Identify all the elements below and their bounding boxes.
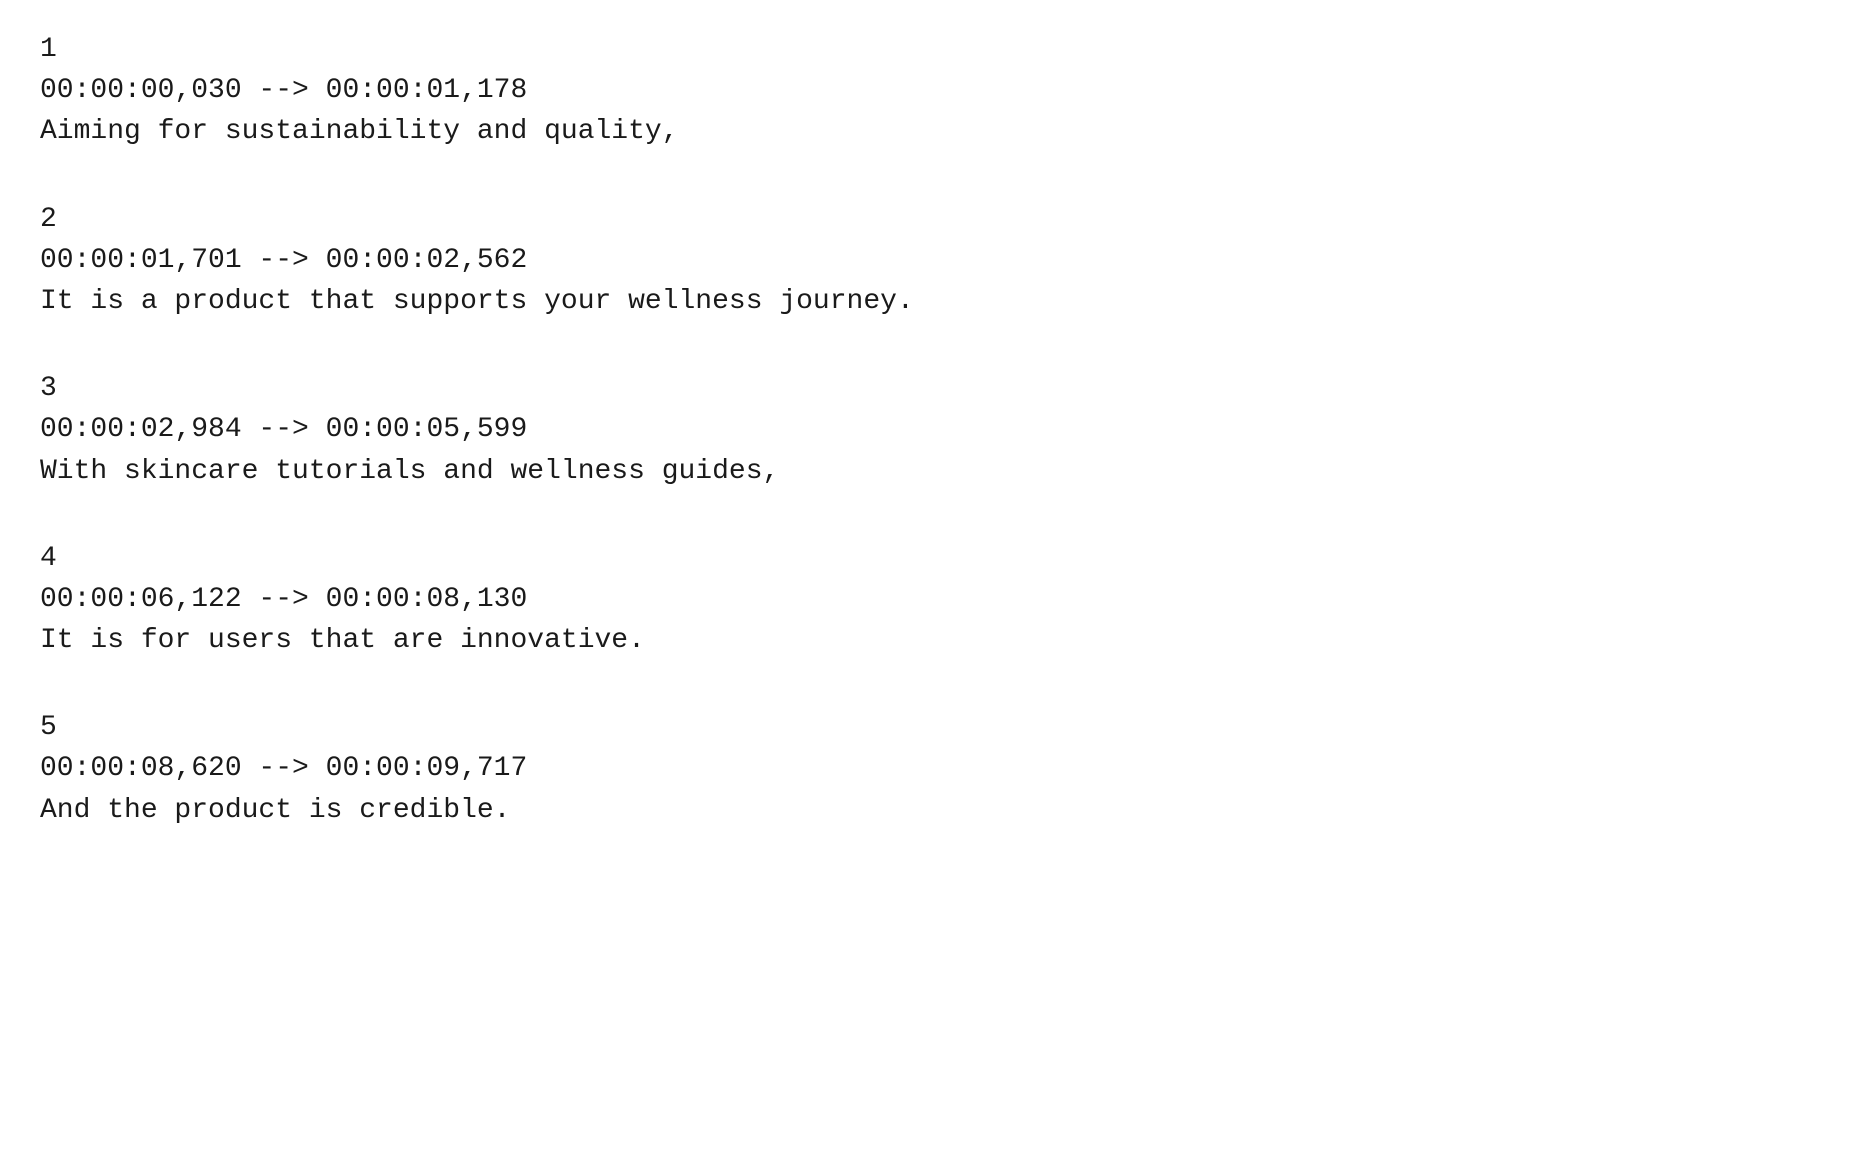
subtitle-index: 4 [40,539,1826,578]
subtitle-block: 400:00:06,122 --> 00:00:08,130It is for … [40,539,1826,661]
subtitle-index: 5 [40,708,1826,747]
subtitle-text: With skincare tutorials and wellness gui… [40,452,1826,491]
subtitle-index: 2 [40,200,1826,239]
subtitle-timecode: 00:00:08,620 --> 00:00:09,717 [40,749,1826,788]
subtitle-index: 3 [40,369,1826,408]
subtitle-container: 100:00:00,030 --> 00:00:01,178Aiming for… [40,30,1826,830]
subtitle-text: And the product is credible. [40,791,1826,830]
subtitle-text: It is for users that are innovative. [40,621,1826,660]
subtitle-timecode: 00:00:06,122 --> 00:00:08,130 [40,580,1826,619]
subtitle-block: 500:00:08,620 --> 00:00:09,717And the pr… [40,708,1826,830]
subtitle-block: 200:00:01,701 --> 00:00:02,562It is a pr… [40,200,1826,322]
subtitle-index: 1 [40,30,1826,69]
subtitle-block: 300:00:02,984 --> 00:00:05,599With skinc… [40,369,1826,491]
subtitle-text: It is a product that supports your welln… [40,282,1826,321]
subtitle-timecode: 00:00:01,701 --> 00:00:02,562 [40,241,1826,280]
subtitle-timecode: 00:00:00,030 --> 00:00:01,178 [40,71,1826,110]
subtitle-block: 100:00:00,030 --> 00:00:01,178Aiming for… [40,30,1826,152]
subtitle-timecode: 00:00:02,984 --> 00:00:05,599 [40,410,1826,449]
subtitle-text: Aiming for sustainability and quality, [40,112,1826,151]
